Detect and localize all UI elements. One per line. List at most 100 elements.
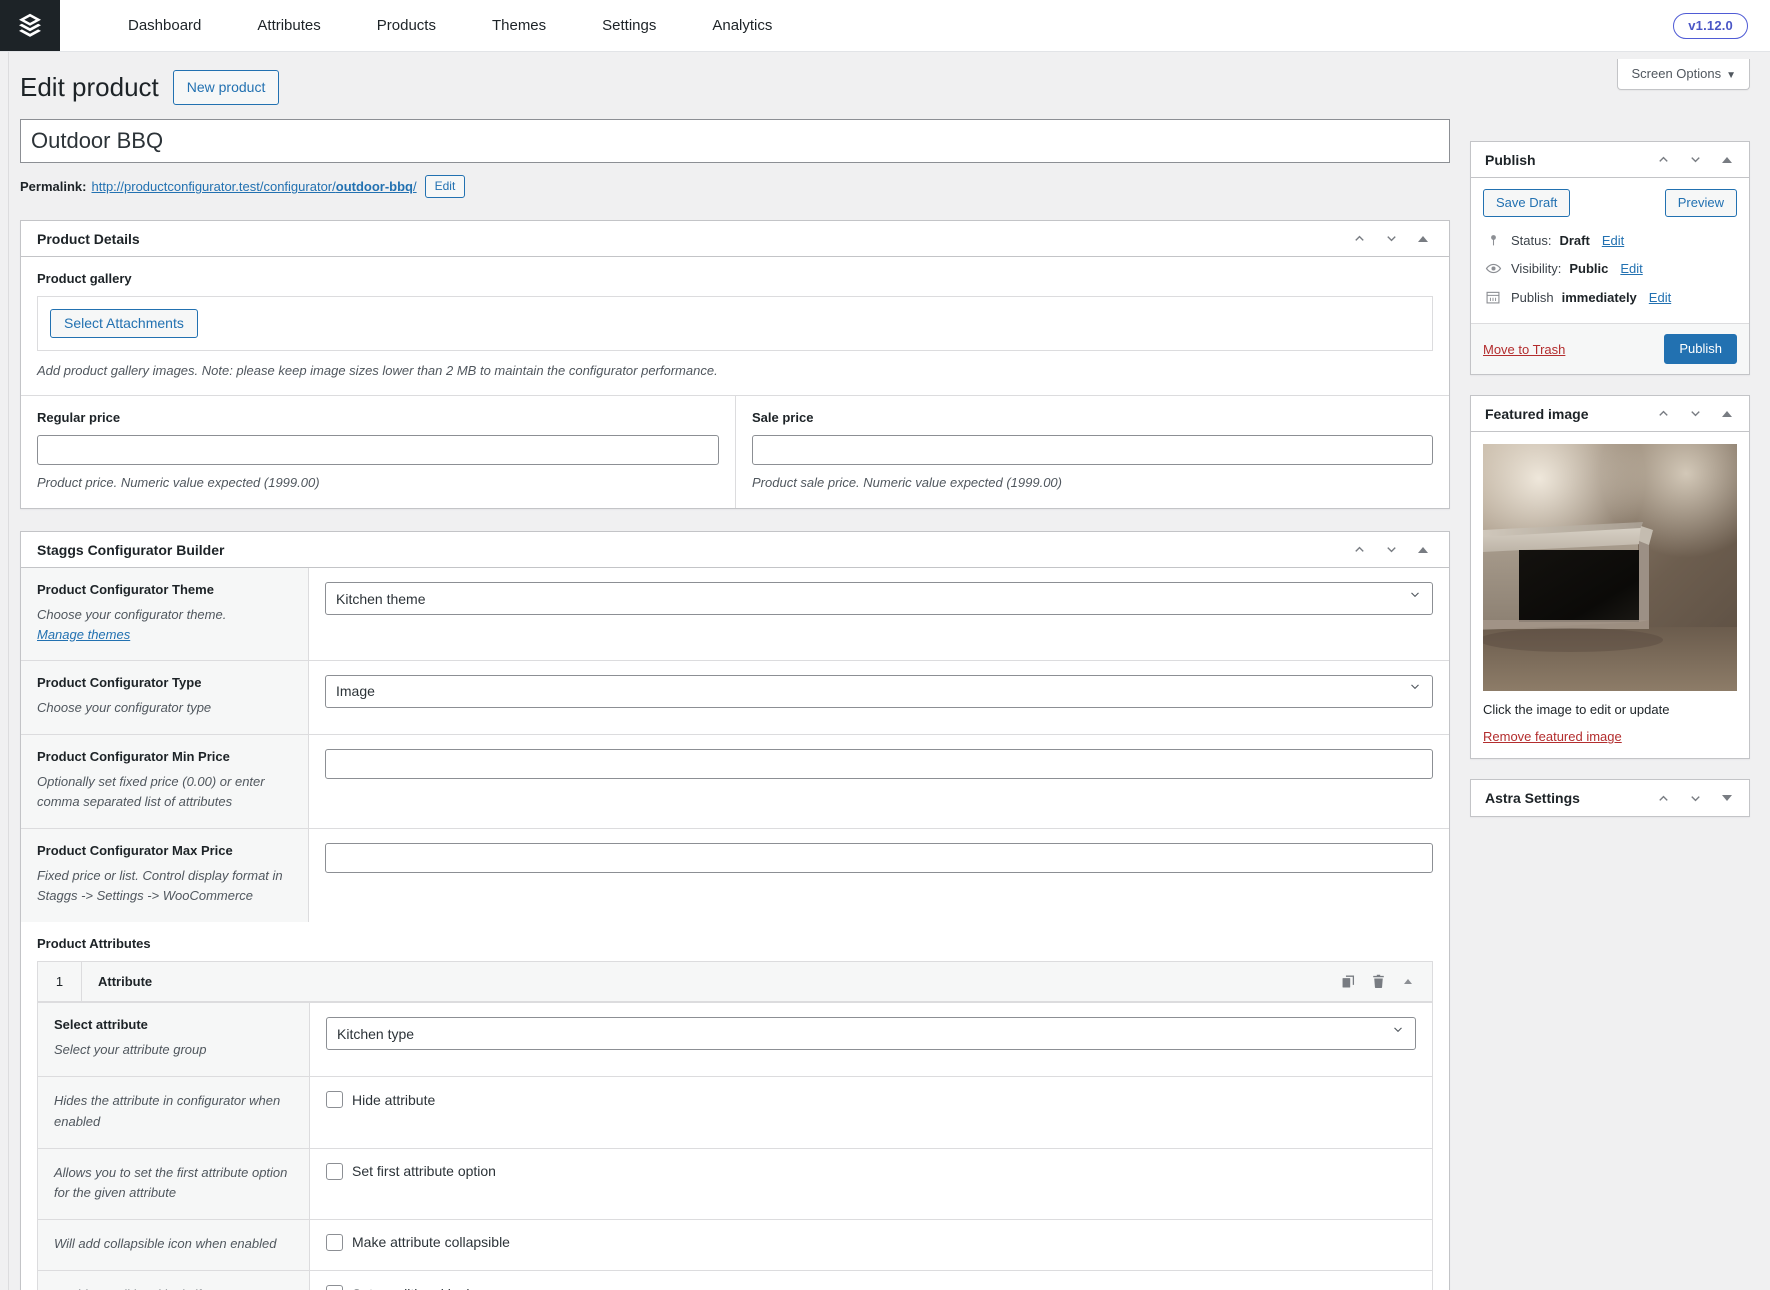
nav-settings[interactable]: Settings bbox=[574, 0, 684, 52]
regular-price-cell: Regular price Product price. Numeric val… bbox=[21, 396, 735, 509]
set-conditional-logic-field-cell: Set conditional logic bbox=[310, 1271, 1432, 1290]
permalink-base: http://productconfigurator.test/configur… bbox=[91, 179, 336, 195]
select-attribute-select[interactable]: Kitchen type bbox=[326, 1017, 1416, 1051]
edit-status-link[interactable]: Edit bbox=[1602, 233, 1624, 248]
toggle-panel-icon[interactable] bbox=[1713, 400, 1741, 428]
collapse-triangle-icon[interactable] bbox=[1394, 968, 1422, 996]
permalink-slug: outdoor-bbq bbox=[335, 179, 413, 195]
new-product-button[interactable]: New product bbox=[172, 70, 280, 106]
staggs-builder-title: Staggs Configurator Builder bbox=[37, 541, 225, 558]
astra-settings-title: Astra Settings bbox=[1485, 790, 1580, 807]
configurator-type-label-cell: Product Configurator Type Choose your co… bbox=[21, 660, 309, 734]
page-body: Screen Options ▼ Edit product New product… bbox=[0, 52, 1770, 1290]
configurator-type-select[interactable]: Image bbox=[325, 674, 1433, 708]
make-attribute-collapsible-checkbox[interactable]: Make attribute collapsible bbox=[326, 1233, 1416, 1251]
screen-options-button[interactable]: Screen Options ▼ bbox=[1617, 59, 1750, 90]
nav-analytics[interactable]: Analytics bbox=[684, 0, 800, 52]
astra-settings-header: Astra Settings bbox=[1471, 780, 1749, 816]
product-title-input[interactable] bbox=[20, 119, 1450, 164]
remove-featured-image-link[interactable]: Remove featured image bbox=[1483, 729, 1622, 744]
move-up-icon[interactable] bbox=[1345, 536, 1373, 564]
checkbox-box-icon bbox=[326, 1162, 343, 1180]
checkbox-box-icon bbox=[326, 1233, 343, 1251]
nav-dashboard[interactable]: Dashboard bbox=[100, 0, 229, 52]
duplicate-icon[interactable] bbox=[1334, 968, 1362, 996]
publish-button[interactable]: Publish bbox=[1664, 334, 1737, 365]
status-item: Status: Draft Edit bbox=[1483, 227, 1737, 254]
permalink-link[interactable]: http://productconfigurator.test/configur… bbox=[91, 179, 416, 194]
move-up-icon[interactable] bbox=[1649, 146, 1677, 174]
configurator-theme-select[interactable]: Kitchen theme bbox=[325, 582, 1433, 616]
set-conditional-logic-desc-cell: Enable conditional logic if you want to bbox=[38, 1271, 310, 1290]
nav-themes[interactable]: Themes bbox=[464, 0, 574, 52]
status-label: Status: bbox=[1511, 233, 1552, 249]
move-up-icon[interactable] bbox=[1649, 784, 1677, 812]
make-attribute-collapsible-label: Make attribute collapsible bbox=[352, 1234, 510, 1251]
edit-publish-date-link[interactable]: Edit bbox=[1649, 290, 1671, 305]
manage-themes-link[interactable]: Manage themes bbox=[37, 627, 130, 642]
regular-price-input[interactable] bbox=[37, 434, 719, 465]
toggle-panel-icon[interactable] bbox=[1409, 225, 1437, 253]
configurator-type-desc: Choose your configurator type bbox=[37, 699, 212, 715]
configurator-theme-label: Product Configurator Theme bbox=[37, 582, 214, 598]
set-first-attribute-option-row: Allows you to set the first attribute op… bbox=[38, 1147, 1432, 1219]
publish-footer-actions: Move to Trash Publish bbox=[1471, 323, 1749, 375]
trash-icon[interactable] bbox=[1364, 968, 1392, 996]
sale-price-help: Product sale price. Numeric value expect… bbox=[752, 474, 1062, 490]
save-draft-button[interactable]: Save Draft bbox=[1483, 189, 1571, 218]
select-attribute-desc: Select your attribute group bbox=[54, 1042, 207, 1058]
configurator-max-price-label-cell: Product Configurator Max Price Fixed pri… bbox=[21, 828, 309, 923]
nav-attributes[interactable]: Attributes bbox=[229, 0, 348, 52]
move-up-icon[interactable] bbox=[1345, 225, 1373, 253]
page-header: Edit product New product bbox=[0, 52, 1770, 106]
toggle-panel-icon[interactable] bbox=[1409, 536, 1437, 564]
sale-price-input[interactable] bbox=[752, 434, 1433, 465]
toggle-panel-icon[interactable] bbox=[1713, 146, 1741, 174]
configurator-min-price-field-cell bbox=[309, 735, 1449, 828]
product-attributes-heading: Product Attributes bbox=[37, 936, 151, 952]
eye-icon bbox=[1483, 260, 1503, 277]
make-attribute-collapsible-desc: Will add collapsible icon when enabled bbox=[54, 1235, 277, 1251]
hide-attribute-desc: Hides the attribute in configurator when… bbox=[54, 1093, 281, 1129]
select-attribute-row: Select attribute Select your attribute g… bbox=[38, 1002, 1432, 1077]
configurator-max-price-input[interactable] bbox=[325, 842, 1433, 873]
content-columns: Permalink: http://productconfigurator.te… bbox=[0, 105, 1770, 1290]
move-down-icon[interactable] bbox=[1681, 784, 1709, 812]
edit-permalink-button[interactable]: Edit bbox=[424, 175, 466, 199]
select-attribute-field-cell: Kitchen type bbox=[310, 1003, 1432, 1076]
panel-handle-actions bbox=[1345, 536, 1437, 564]
preview-button[interactable]: Preview bbox=[1664, 189, 1737, 218]
hide-attribute-field-cell: Hide attribute bbox=[310, 1077, 1432, 1147]
gallery-dropzone[interactable]: Select Attachments bbox=[37, 296, 1433, 352]
set-conditional-logic-checkbox[interactable]: Set conditional logic bbox=[326, 1285, 1416, 1290]
hide-attribute-checkbox[interactable]: Hide attribute bbox=[326, 1091, 1416, 1109]
featured-image-thumbnail[interactable] bbox=[1483, 444, 1737, 692]
configurator-theme-row: Product Configurator Theme Choose your c… bbox=[21, 568, 1449, 660]
publish-panel-header: Publish bbox=[1471, 142, 1749, 179]
featured-image-header: Featured image bbox=[1471, 396, 1749, 433]
toggle-panel-icon[interactable] bbox=[1713, 784, 1741, 812]
configurator-min-price-input[interactable] bbox=[325, 748, 1433, 779]
hide-attribute-row: Hides the attribute in configurator when… bbox=[38, 1076, 1432, 1148]
featured-image-panel: Featured image Click the image to edit o… bbox=[1470, 395, 1750, 760]
visibility-label: Visibility: bbox=[1511, 261, 1562, 277]
select-attachments-button[interactable]: Select Attachments bbox=[50, 309, 198, 339]
move-down-icon[interactable] bbox=[1377, 225, 1405, 253]
configurator-type-field-cell: Image bbox=[309, 661, 1449, 734]
permalink-row: Permalink: http://productconfigurator.te… bbox=[20, 175, 1450, 199]
move-up-icon[interactable] bbox=[1649, 400, 1677, 428]
product-details-panel: Product Details Product gallery Select A… bbox=[20, 220, 1450, 510]
configurator-theme-desc: Choose your configurator theme. bbox=[37, 607, 227, 623]
move-down-icon[interactable] bbox=[1377, 536, 1405, 564]
configurator-min-price-label-cell: Product Configurator Min Price Optionall… bbox=[21, 734, 309, 828]
staggs-logo[interactable] bbox=[0, 0, 60, 51]
nav-products[interactable]: Products bbox=[349, 0, 464, 52]
product-details-body: Product gallery Select Attachments Add p… bbox=[21, 257, 1449, 509]
move-down-icon[interactable] bbox=[1681, 146, 1709, 174]
astra-settings-panel: Astra Settings bbox=[1470, 779, 1750, 818]
move-to-trash-link[interactable]: Move to Trash bbox=[1483, 342, 1565, 357]
set-first-attribute-option-checkbox[interactable]: Set first attribute option bbox=[326, 1162, 1416, 1180]
move-down-icon[interactable] bbox=[1681, 400, 1709, 428]
visibility-value: Public bbox=[1569, 261, 1609, 277]
edit-visibility-link[interactable]: Edit bbox=[1620, 261, 1642, 276]
